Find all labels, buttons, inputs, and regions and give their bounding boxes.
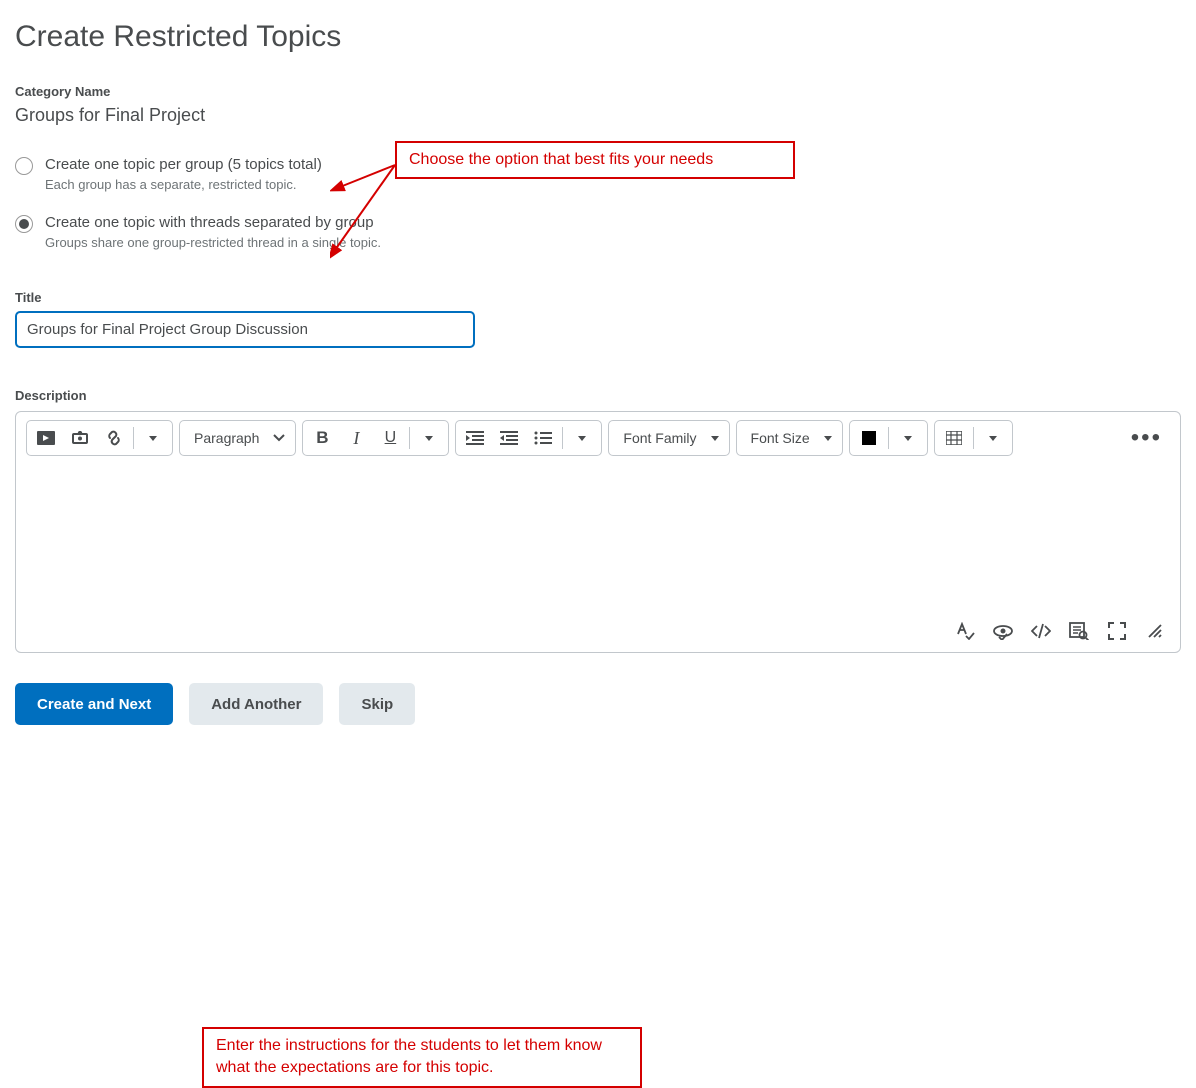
create-and-next-button[interactable]: Create and Next [15,683,173,725]
indent-decrease-button[interactable] [492,422,526,454]
fullscreen-icon[interactable] [1106,620,1128,642]
annotation-choose-option: Choose the option that best fits your ne… [395,141,795,179]
insert-link-button[interactable] [97,422,131,454]
skip-button[interactable]: Skip [339,683,415,725]
spellcheck-icon[interactable] [954,620,976,642]
font-size-select[interactable]: Font Size [736,420,843,456]
text-format-dropdown[interactable] [412,422,446,454]
text-color-dropdown[interactable] [891,422,925,454]
preview-icon[interactable] [1068,620,1090,642]
editor-body[interactable]: Enter the instructions for the students … [16,464,1180,614]
table-dropdown[interactable] [976,422,1010,454]
description-label: Description [15,388,1181,403]
insert-media-button[interactable] [29,422,63,454]
paragraph-select[interactable]: Paragraph [179,420,296,456]
paragraph-select-label: Paragraph [194,430,259,446]
accessibility-icon[interactable] [992,620,1014,642]
category-name-label: Category Name [15,84,1181,99]
table-button[interactable] [937,422,971,454]
resize-handle-icon[interactable] [1144,620,1166,642]
radio-one-topic-threads[interactable] [15,215,33,233]
more-options-button[interactable]: ••• [1123,424,1170,452]
italic-button[interactable]: I [339,422,373,454]
radio-label-threads: Create one topic with threads separated … [45,214,381,231]
editor-toolbar: Paragraph B I U [16,412,1180,464]
page-title: Create Restricted Topics [15,20,1181,54]
font-family-select[interactable]: Font Family [608,420,729,456]
html-source-icon[interactable] [1030,620,1052,642]
bold-button[interactable]: B [305,422,339,454]
radio-desc-per-group: Each group has a separate, restricted to… [45,177,322,192]
radio-label-per-group: Create one topic per group (5 topics tot… [45,156,322,173]
text-color-button[interactable] [852,422,886,454]
font-size-label: Font Size [751,430,810,446]
annotation-instructions: Enter the instructions for the students … [202,1027,642,1088]
radio-one-topic-per-group[interactable] [15,157,33,175]
radio-desc-threads: Groups share one group-restricted thread… [45,235,381,250]
add-another-button[interactable]: Add Another [189,683,323,725]
list-button[interactable] [526,422,560,454]
insert-dropdown[interactable] [136,422,170,454]
insert-image-button[interactable] [63,422,97,454]
font-family-label: Font Family [623,430,696,446]
category-name-value: Groups for Final Project [15,105,1181,126]
title-label: Title [15,290,1181,305]
list-dropdown[interactable] [565,422,599,454]
rich-text-editor: Paragraph B I U [15,411,1181,653]
underline-button[interactable]: U [373,422,407,454]
title-input[interactable] [15,311,475,348]
indent-increase-button[interactable] [458,422,492,454]
